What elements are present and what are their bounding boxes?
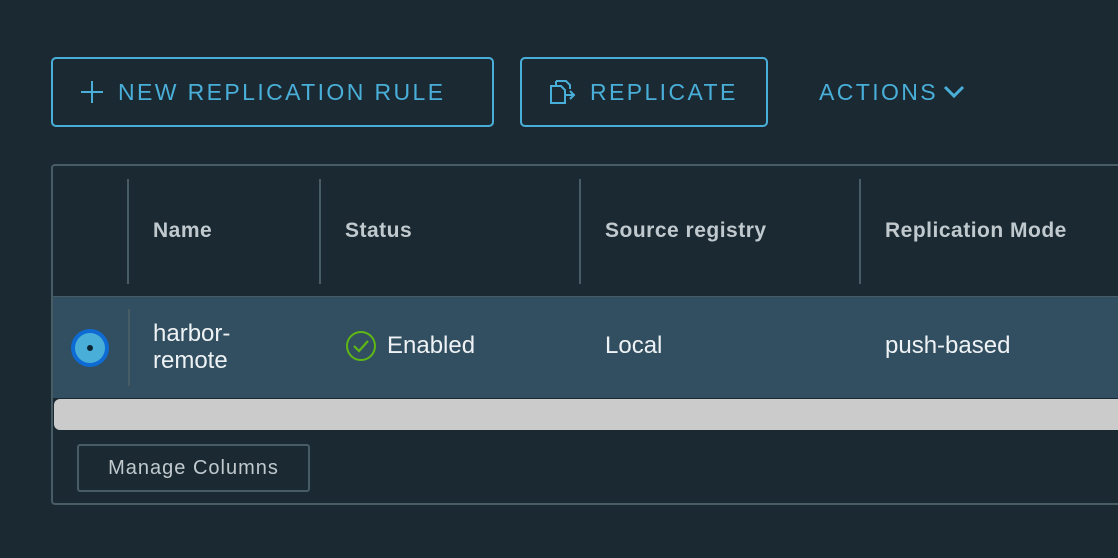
column-separator[interactable] bbox=[319, 179, 321, 284]
status-cell: Enabled bbox=[345, 330, 475, 362]
radio-selected-indicator bbox=[75, 333, 105, 363]
column-header-name[interactable]: Name bbox=[153, 219, 212, 243]
status-text: Enabled bbox=[387, 332, 476, 359]
column-header-replication-mode[interactable]: Replication Mode bbox=[885, 219, 1067, 243]
replicate-icon bbox=[548, 78, 576, 106]
replication-rules-grid: Name Status Source registry Replication … bbox=[51, 164, 1118, 505]
plus-icon bbox=[80, 80, 104, 104]
rule-name-line-1: harbor- bbox=[153, 320, 231, 347]
horizontal-scrollbar[interactable] bbox=[54, 399, 1118, 430]
actions-label: Actions bbox=[819, 78, 939, 105]
column-separator[interactable] bbox=[859, 179, 861, 284]
manage-columns-button[interactable]: Manage Columns bbox=[77, 444, 310, 492]
replicate-label: Replicate bbox=[590, 78, 738, 105]
replication-mode-cell: push-based bbox=[885, 332, 1011, 359]
column-separator[interactable] bbox=[127, 179, 129, 284]
replicate-button[interactable]: Replicate bbox=[520, 57, 768, 127]
new-replication-rule-label: New Replication Rule bbox=[118, 78, 446, 105]
column-header-source-registry[interactable]: Source registry bbox=[605, 219, 767, 243]
table-row[interactable]: harbor- remote Enabled Local push-based bbox=[53, 297, 1118, 398]
rule-name-line-2: remote bbox=[153, 347, 228, 374]
new-replication-rule-button[interactable]: New Replication Rule bbox=[51, 57, 494, 127]
rule-name-cell: harbor- remote bbox=[153, 320, 273, 374]
row-select-radio[interactable] bbox=[71, 329, 109, 367]
row-separator bbox=[128, 309, 130, 386]
column-header-status[interactable]: Status bbox=[345, 219, 412, 243]
grid-header: Name Status Source registry Replication … bbox=[53, 166, 1118, 298]
source-registry-cell: Local bbox=[605, 332, 663, 359]
check-circle-icon bbox=[345, 330, 377, 362]
chevron-down-icon bbox=[942, 84, 966, 100]
column-separator[interactable] bbox=[579, 179, 581, 284]
actions-dropdown[interactable]: Actions bbox=[819, 57, 966, 127]
